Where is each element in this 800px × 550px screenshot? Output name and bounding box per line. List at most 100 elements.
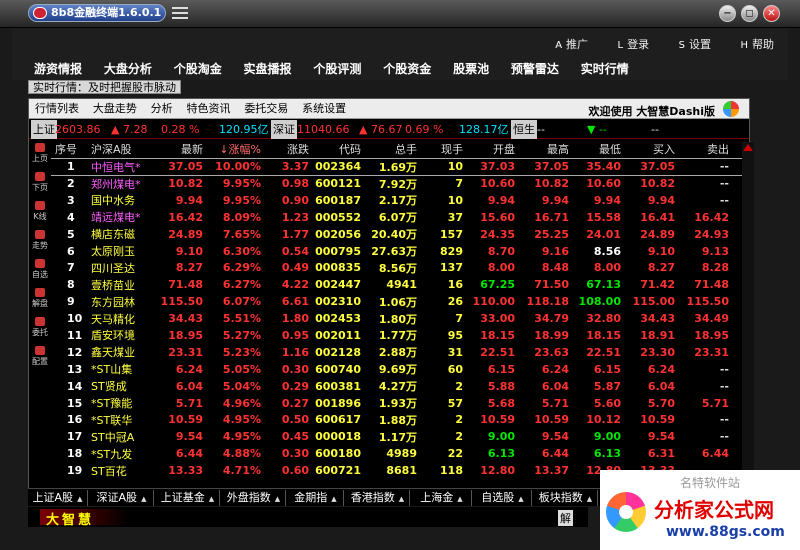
table-cell: 太原刚玉 [91, 245, 135, 258]
tool-analysis[interactable]: 解盘 [29, 288, 51, 315]
link-settings[interactable]: S 设置 [679, 36, 711, 52]
nav-item[interactable]: 大盘分析 [104, 60, 152, 77]
tool-trend[interactable]: 走势 [29, 230, 51, 257]
jie-button[interactable]: 解 [558, 510, 573, 526]
table-cell: 7 [455, 177, 463, 191]
close-button[interactable]: ✕ [763, 5, 780, 22]
nav-item[interactable]: 实时行情 [581, 60, 629, 77]
table-row[interactable]: 7 四川圣达 8.27 6.29% 0.49 000835 8.56万 137 8.00 8.48… [51, 259, 749, 276]
table-cell: 23.30 [640, 345, 675, 359]
column-header[interactable]: 最高 [519, 141, 573, 158]
sh-change: ▲ 7.28 [111, 123, 148, 136]
tab-watchlist[interactable]: 自选股 [474, 490, 532, 506]
table-row[interactable]: 4 靖远煤电* 16.42 8.09% 1.23 000552 6.07万 37 15.60 16… [51, 209, 749, 226]
table-cell: 5.23% [222, 345, 261, 359]
tool-page-up[interactable]: 上页 [29, 143, 51, 170]
column-header[interactable]: 总手 [365, 141, 421, 158]
tab-sz-a[interactable]: 深证A股 [90, 490, 154, 506]
column-header[interactable]: 卖出 [679, 141, 733, 158]
table-row[interactable]: 6 太原刚玉 9.10 6.30% 0.54 000795 27.63万 829 8.70 9.1… [51, 243, 749, 260]
submenu-item[interactable]: 行情列表 [35, 99, 79, 119]
table-cell: 18.15 [586, 328, 621, 342]
tab-sh-a[interactable]: 上证A股 [28, 490, 88, 506]
table-row[interactable]: 12 鑫天煤业 23.31 5.23% 1.16 002128 2.88万 31 22.51 23… [51, 344, 749, 361]
tab-hk-index[interactable]: 香港指数 [346, 490, 410, 506]
table-cell: 71.48 [168, 278, 203, 292]
table-cell: 6.27% [222, 278, 261, 292]
table-cell: 4.95% [222, 430, 261, 444]
tab-sh-fund[interactable]: 上证基金 [156, 490, 220, 506]
table-row[interactable]: 2 郑州煤电* 10.82 9.95% 0.98 600121 7.92万 7 10.60 10.… [51, 175, 749, 192]
tab-sector-index[interactable]: 板块指数 [534, 490, 598, 506]
scroll-up-icon[interactable] [743, 144, 753, 151]
tab-sh-gold[interactable]: 上海金 [412, 490, 472, 506]
table-cell: 10.00% [207, 157, 265, 176]
submenu-item[interactable]: 特色资讯 [186, 99, 230, 119]
tool-kline[interactable]: K线 [29, 201, 51, 228]
table-cell: -- [719, 193, 729, 207]
table-cell: 12 [67, 345, 83, 359]
table-cell: 1.77万 [378, 329, 417, 343]
tool-page-down[interactable]: 下页 [29, 172, 51, 199]
column-header[interactable]: 序号 [51, 141, 87, 158]
table-row[interactable]: 18 *ST九发 6.44 4.88% 0.30 600180 4989 22 6.13 6.44… [51, 445, 749, 462]
table-row[interactable]: 14 ST贤成 6.04 5.04% 0.29 600381 4.27万 2 5.88 6.04 5… [51, 378, 749, 395]
column-header[interactable]: 代码 [313, 141, 365, 158]
table-row[interactable]: 3 国中水务 9.94 9.95% 0.90 600187 2.17万 10 9.94 9.94 9… [51, 192, 749, 209]
link-help[interactable]: H 帮助 [740, 36, 774, 52]
table-row[interactable]: 10 天马精化 34.43 5.51% 1.80 002453 1.80万 7 33.00 34.… [51, 310, 749, 327]
column-header[interactable]: 现手 [421, 141, 467, 158]
minimize-button[interactable]: − [719, 5, 736, 22]
table-row[interactable]: 8 壹桥苗业 71.48 6.27% 4.22 002447 4941 16 67.25 71.5… [51, 276, 749, 293]
table-row[interactable]: 5 横店东磁 24.89 7.65% 1.77 002056 20.40万 157 24.35 2… [51, 226, 749, 243]
tab-gold-futures[interactable]: 金期指 [288, 490, 344, 506]
submenu-item[interactable]: 分析 [151, 99, 173, 119]
column-header[interactable]: 最新 [157, 141, 207, 158]
table-cell: 东方园林 [91, 295, 135, 309]
table-cell: 郑州煤电* [91, 177, 141, 191]
table-row[interactable]: 1 中恒电气* 37.05 10.00% 3.37 002364 1.69万 10 37.03 3… [51, 157, 749, 176]
tool-trade[interactable]: 委托 [29, 317, 51, 344]
table-row[interactable]: 11 盾安环境 18.95 5.27% 0.95 002011 1.77万 95 18.15 18… [51, 327, 749, 344]
nav-item[interactable]: 预警雷达 [511, 60, 559, 77]
nav-item[interactable]: 个股评测 [313, 60, 361, 77]
submenu-item[interactable]: 系统设置 [302, 99, 346, 119]
table-cell: 002447 [315, 278, 361, 292]
restore-button[interactable]: ◻ [741, 5, 758, 22]
table-row[interactable]: 15 *ST豫能 5.71 4.96% 0.27 001896 1.93万 57 5.68 5.7… [51, 395, 749, 412]
scrollbar[interactable] [742, 142, 754, 482]
column-header[interactable]: 开盘 [467, 141, 519, 158]
submenu-item[interactable]: 委托交易 [244, 99, 288, 119]
column-header[interactable]: 涨跌 [265, 141, 313, 158]
table-row[interactable]: 9 东方园林 115.50 6.07% 6.61 002310 1.06万 26 110.00 1… [51, 293, 749, 310]
table-cell: 0.95 [281, 328, 309, 342]
table-cell: 13 [67, 362, 83, 376]
tool-config[interactable]: 配置 [29, 346, 51, 373]
table-row[interactable]: 16 *ST联华 10.59 4.95% 0.50 600617 1.88万 2 10.59 10… [51, 411, 749, 428]
column-header[interactable]: 买入 [625, 141, 679, 158]
link-login[interactable]: L 登录 [618, 36, 650, 52]
submenu-item[interactable]: 大盘走势 [93, 99, 137, 119]
tab-foreign-index[interactable]: 外盘指数 [222, 490, 286, 506]
column-header[interactable]: 最低 [573, 141, 625, 158]
refresh-icon[interactable] [723, 101, 739, 117]
table-row[interactable]: 17 ST中冠A 9.54 4.95% 0.45 000018 1.17万 2 9.00 9.54… [51, 428, 749, 445]
link-promote[interactable]: A 推广 [555, 36, 588, 52]
menu-icon[interactable] [172, 7, 188, 19]
nav-item[interactable]: 股票池 [453, 60, 489, 77]
table-cell: 18.91 [640, 328, 675, 342]
column-header[interactable]: 沪深A股 [87, 141, 157, 158]
nav-item[interactable]: 游资情报 [34, 60, 82, 77]
tool-watchlist[interactable]: 自选 [29, 259, 51, 286]
table-cell: 9.95% [222, 193, 261, 207]
watchlist-icon [35, 259, 45, 268]
table-cell: 67.25 [480, 278, 515, 292]
column-header[interactable]: ↓涨幅% [207, 141, 265, 158]
nav-item[interactable]: 个股淘金 [174, 60, 222, 77]
table-cell: 国中水务 [91, 194, 135, 208]
hs-label: 恒生 [511, 120, 537, 139]
table-row[interactable]: 13 *ST山集 6.24 5.05% 0.30 600740 9.69万 60 6.15 6.2… [51, 361, 749, 378]
nav-item[interactable]: 个股资金 [383, 60, 431, 77]
table-cell: 11 [67, 328, 83, 342]
nav-item[interactable]: 实盘播报 [244, 60, 292, 77]
